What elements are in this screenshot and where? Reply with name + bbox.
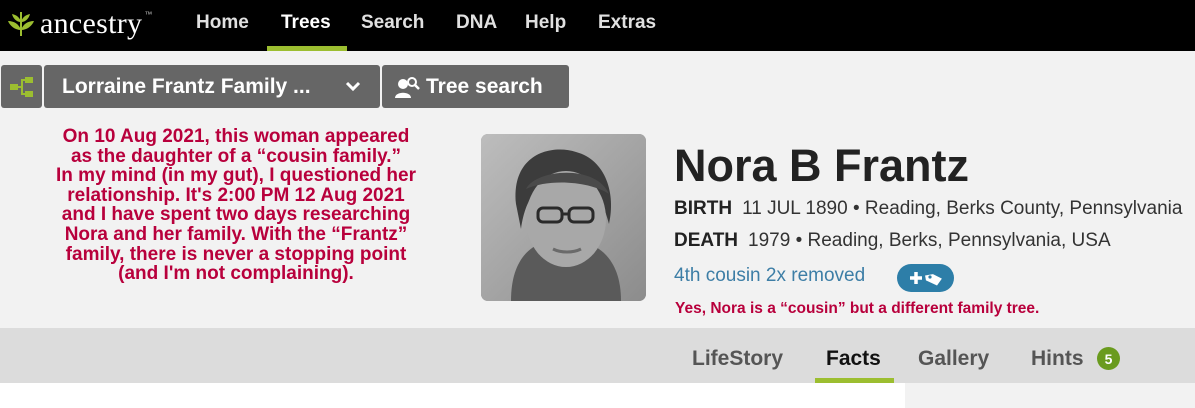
nav-dna[interactable]: DNA (456, 12, 497, 34)
death-fact: DEATH 1979 • Reading, Berks, Pennsylvania… (674, 230, 1111, 252)
birth-label: BIRTH (674, 198, 733, 219)
top-navigation-bar: ancestry ™ Home Trees Search DNA Help Ex… (0, 0, 1195, 51)
relationship-annotation: Yes, Nora is a “cousin” but a different … (675, 300, 1040, 317)
hints-count-badge: 5 (1097, 347, 1120, 370)
brand-name: ancestry (40, 7, 143, 40)
death-value: 1979 • Reading, Berks, Pennsylvania, USA (748, 230, 1111, 251)
annotation-note: On 10 Aug 2021, this woman appeared as t… (12, 127, 460, 284)
leaf-icon (8, 12, 34, 37)
tree-search-label: Tree search (426, 74, 543, 98)
tab-hints[interactable]: Hints (1031, 347, 1084, 371)
content-panel (0, 383, 905, 408)
annotation-line: On 10 Aug 2021, this woman appeared (62, 126, 410, 147)
tab-facts[interactable]: Facts (826, 347, 881, 371)
chevron-down-icon (345, 81, 361, 92)
annotation-line: (and I'm not complaining). (118, 263, 354, 285)
person-name: Nora B Frantz (674, 140, 970, 191)
trademark-mark: ™ (144, 9, 153, 19)
relationship-link[interactable]: 4th cousin 2x removed (674, 265, 865, 287)
annotation-line: as the daughter of a “cousin family.” (70, 145, 402, 167)
annotation-line: family, there is never a stopping point (65, 243, 407, 265)
pedigree-icon (9, 76, 33, 97)
family-tree-selector[interactable]: Lorraine Frantz Family ... (44, 65, 380, 108)
nav-search[interactable]: Search (361, 12, 424, 34)
tree-view-button[interactable] (1, 65, 42, 108)
nav-help[interactable]: Help (525, 12, 566, 34)
annotation-line: In my mind (in my gut), I questioned her (56, 165, 416, 187)
tab-lifestory[interactable]: LifeStory (692, 347, 783, 371)
profile-tabs: LifeStory Facts Gallery Hints 5 (0, 328, 1195, 383)
nav-extras[interactable]: Extras (598, 12, 656, 34)
person-search-icon (395, 76, 420, 98)
tree-search-button[interactable]: Tree search (382, 65, 569, 108)
ancestry-logo[interactable]: ancestry ™ (5, 6, 152, 42)
family-tree-label: Lorraine Frantz Family ... (62, 74, 311, 98)
side-panel (905, 383, 1195, 408)
tab-gallery[interactable]: Gallery (918, 347, 989, 371)
death-label: DEATH (674, 230, 739, 251)
nav-trees[interactable]: Trees (281, 12, 331, 34)
birth-value: 11 JUL 1890 • Reading, Berks County, Pen… (742, 198, 1183, 219)
add-tag-icon (909, 272, 942, 286)
portrait-image (481, 134, 646, 301)
nav-home[interactable]: Home (196, 12, 249, 34)
annotation-line: Nora and her family. With the “Frantz” (64, 223, 408, 245)
annotation-line: and I have spent two days researching (61, 204, 411, 226)
add-tag-button[interactable] (897, 264, 954, 292)
profile-photo[interactable] (481, 134, 646, 301)
nav-active-indicator (267, 46, 347, 51)
annotation-line: relationship. It's 2:00 PM 12 Aug 2021 (67, 184, 405, 206)
birth-fact: BIRTH 11 JUL 1890 • Reading, Berks County… (674, 198, 1182, 220)
